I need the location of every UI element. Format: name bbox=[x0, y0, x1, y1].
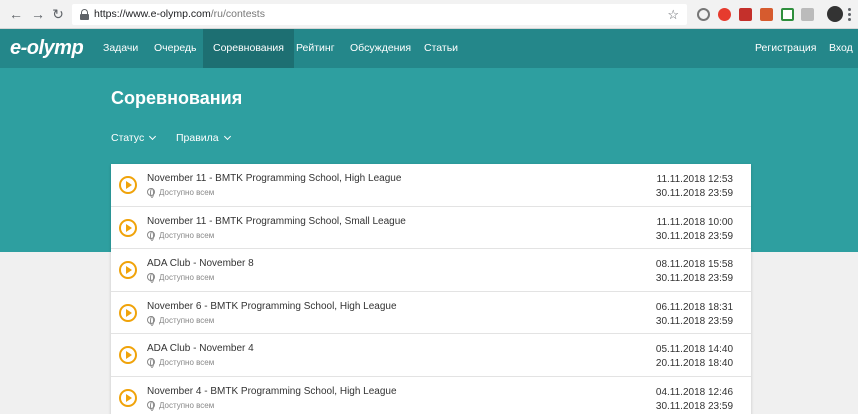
contest-access: Доступно всем bbox=[147, 188, 214, 198]
contest-access: Доступно всем bbox=[147, 358, 214, 368]
off-extension-icon[interactable] bbox=[760, 8, 773, 21]
nav-item-rating[interactable]: Рейтинг bbox=[296, 29, 335, 68]
play-icon bbox=[119, 346, 137, 364]
globe-icon bbox=[147, 358, 155, 368]
end-date: 30.11.2018 23:59 bbox=[655, 400, 733, 412]
gray-extension-icon[interactable] bbox=[801, 8, 814, 21]
status-filter-dropdown[interactable]: Статус bbox=[111, 132, 157, 144]
address-bar[interactable]: https://www.e-olymp.com/ru/contests ☆ bbox=[72, 4, 687, 25]
start-date: 08.11.2018 15:58 bbox=[655, 259, 733, 270]
end-date: 30.11.2018 23:59 bbox=[655, 188, 733, 199]
contest-access: Доступно всем bbox=[147, 400, 214, 411]
globe-icon bbox=[147, 400, 155, 411]
bookmark-star-icon[interactable]: ☆ bbox=[667, 7, 679, 23]
contest-dates: 11.11.2018 12:53 30.11.2018 23:59 bbox=[656, 173, 733, 201]
globe-icon bbox=[147, 315, 155, 326]
nav-item-discussions[interactable]: Обсуждения bbox=[350, 29, 411, 68]
back-arrow-icon[interactable]: ← bbox=[8, 6, 24, 22]
video-extension-icon[interactable] bbox=[739, 8, 752, 21]
reload-icon[interactable]: ↻ bbox=[50, 6, 66, 22]
contest-row[interactable]: November 11 - BMTK Programming School, H… bbox=[111, 164, 751, 207]
start-date: 11.11.2018 12:53 bbox=[656, 174, 733, 185]
contest-dates: 11.11.2018 10:00 30.11.2018 23:59 bbox=[656, 216, 733, 244]
nav-item-queue[interactable]: Очередь bbox=[154, 29, 197, 68]
contest-row[interactable]: ADA Club - November 4 Доступно всем 05.1… bbox=[111, 334, 751, 377]
contest-row[interactable]: ADA Club - November 8 Доступно всем 08.1… bbox=[111, 249, 751, 292]
register-link[interactable]: Регистрация bbox=[755, 29, 816, 68]
site-logo[interactable]: e-olymp bbox=[10, 37, 84, 60]
forward-arrow-icon[interactable]: → bbox=[30, 6, 46, 22]
globe-icon bbox=[147, 188, 155, 198]
end-date: 30.11.2018 23:59 bbox=[655, 230, 733, 242]
nav-item-problems[interactable]: Задачи bbox=[103, 29, 138, 68]
contest-title[interactable]: ADA Club - November 4 bbox=[147, 343, 254, 354]
start-date: 06.11.2018 18:31 bbox=[655, 301, 733, 313]
play-icon bbox=[119, 303, 137, 322]
globe-icon bbox=[147, 230, 155, 241]
contest-title[interactable]: November 11 - BMTK Programming School, H… bbox=[147, 173, 401, 184]
contest-title[interactable]: ADA Club - November 8 bbox=[147, 258, 254, 269]
browser-toolbar: ← → ↻ https://www.e-olymp.com/ru/contest… bbox=[0, 0, 858, 29]
rules-filter-label: Правила bbox=[176, 132, 219, 144]
green-extension-icon[interactable] bbox=[781, 8, 794, 21]
contest-access: Доступно всем bbox=[147, 315, 214, 326]
nav-item-competitions[interactable]: Соревнования bbox=[203, 29, 294, 68]
contest-access: Доступно всем bbox=[147, 273, 214, 283]
login-link[interactable]: Вход bbox=[829, 29, 853, 68]
opera-extension-icon[interactable] bbox=[718, 8, 731, 21]
contest-row[interactable]: November 4 - BMTK Programming School, Hi… bbox=[111, 377, 751, 414]
contest-dates: 08.11.2018 15:58 30.11.2018 23:59 bbox=[656, 258, 733, 286]
contest-title[interactable]: November 11 - BMTK Programming School, S… bbox=[147, 216, 406, 227]
extension-link-icon[interactable] bbox=[697, 8, 710, 21]
contest-row[interactable]: November 6 - BMTK Programming School, Hi… bbox=[111, 292, 751, 334]
contest-row[interactable]: November 11 - BMTK Programming School, S… bbox=[111, 207, 751, 249]
end-date: 20.11.2018 18:40 bbox=[655, 358, 733, 369]
contest-dates: 06.11.2018 18:31 30.11.2018 23:59 bbox=[656, 301, 733, 329]
menu-dots-icon[interactable] bbox=[848, 8, 851, 23]
globe-icon bbox=[147, 273, 155, 283]
end-date: 30.11.2018 23:59 bbox=[655, 273, 733, 284]
contest-access: Доступно всем bbox=[147, 230, 214, 241]
nav-item-articles[interactable]: Статьи bbox=[424, 29, 458, 68]
start-date: 11.11.2018 10:00 bbox=[656, 216, 733, 228]
start-date: 04.11.2018 12:46 bbox=[655, 386, 733, 398]
contest-list: November 11 - BMTK Programming School, H… bbox=[111, 164, 751, 414]
play-icon bbox=[119, 261, 137, 279]
rules-filter-dropdown[interactable]: Правила bbox=[176, 132, 231, 144]
page-title: Соревнования bbox=[111, 88, 243, 108]
contest-dates: 04.11.2018 12:46 30.11.2018 23:59 bbox=[656, 386, 733, 414]
contest-title[interactable]: November 6 - BMTK Programming School, Hi… bbox=[147, 301, 397, 312]
play-icon bbox=[119, 388, 137, 407]
chevron-down-icon bbox=[149, 132, 157, 141]
status-filter-label: Статус bbox=[111, 132, 145, 144]
start-date: 05.11.2018 14:40 bbox=[655, 344, 733, 355]
chevron-down-icon bbox=[223, 132, 231, 141]
main-navigation: e-olymp Задачи Очередь Соревнования Рейт… bbox=[0, 29, 858, 68]
contest-dates: 05.11.2018 14:40 20.11.2018 18:40 bbox=[656, 343, 733, 371]
play-icon bbox=[119, 218, 137, 237]
end-date: 30.11.2018 23:59 bbox=[655, 315, 733, 327]
contest-title[interactable]: November 4 - BMTK Programming School, Hi… bbox=[147, 386, 397, 397]
url-text: https://www.e-olymp.com/ru/contests bbox=[94, 8, 265, 20]
play-icon bbox=[119, 176, 137, 194]
lock-icon bbox=[80, 9, 89, 20]
profile-avatar[interactable] bbox=[827, 6, 843, 22]
